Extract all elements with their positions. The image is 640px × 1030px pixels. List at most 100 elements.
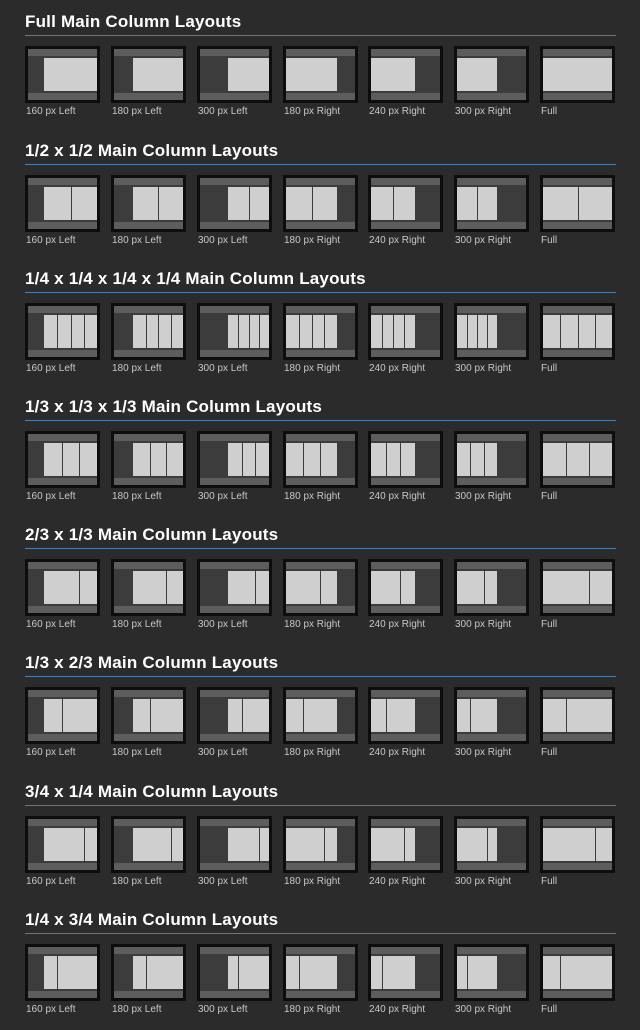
content-column [467,315,477,348]
content-column [457,58,497,91]
layout-option-full-180-px-left[interactable]: 180 px Left [111,46,186,117]
layout-thumbnail [283,559,358,616]
layout-option-two-third-one-third-180-px-left[interactable]: 180 px Left [111,559,186,630]
content-column [150,443,166,476]
layout-option-full-180-px-right[interactable]: 180 px Right [283,46,358,117]
thumbnail-frame [543,819,612,870]
layout-option-two-third-one-third-180-px-right[interactable]: 180 px Right [283,559,358,630]
layout-option-quarters-300-px-left[interactable]: 300 px Left [197,303,272,374]
layout-caption: 160 px Left [26,876,76,887]
content-column [457,443,470,476]
content-column [286,956,299,989]
layout-thumbnail [197,175,272,232]
layout-option-thirds-180-px-left[interactable]: 180 px Left [111,431,186,502]
layout-option-one-third-two-third-180-px-left[interactable]: 180 px Left [111,687,186,758]
layout-option-one-third-two-third-240-px-right[interactable]: 240 px Right [368,687,443,758]
layout-option-three-quarter-one-quarter-240-px-right[interactable]: 240 px Right [368,816,443,887]
layout-option-quarters-240-px-right[interactable]: 240 px Right [368,303,443,374]
layout-caption: 180 px Left [112,363,162,374]
footer-band [286,478,355,485]
layout-option-thirds-300-px-right[interactable]: 300 px Right [454,431,529,502]
content-column [589,443,612,476]
layout-option-one-third-two-third-180-px-right[interactable]: 180 px Right [283,687,358,758]
layout-option-thirds-160-px-left[interactable]: 160 px Left [25,431,100,502]
layout-option-full-300-px-left[interactable]: 300 px Left [197,46,272,117]
content-column [259,828,269,861]
header-band [28,947,97,954]
footer-band [543,734,612,741]
footer-band [28,734,97,741]
layout-caption: 180 px Right [284,491,341,502]
layout-option-full-full[interactable]: Full [540,46,615,117]
content-column [242,443,255,476]
layout-thumbnail [454,431,529,488]
header-band [457,690,526,697]
content-column [79,571,97,604]
layout-option-full-160-px-left[interactable]: 160 px Left [25,46,100,117]
layout-option-half-full[interactable]: Full [540,175,615,246]
thumbnail-frame [543,562,612,613]
layout-caption: Full [541,1004,558,1015]
layout-option-one-quarter-three-quarter-full[interactable]: Full [540,944,615,1015]
layout-option-full-300-px-right[interactable]: 300 px Right [454,46,529,117]
layout-option-half-180-px-left[interactable]: 180 px Left [111,175,186,246]
layout-option-one-quarter-three-quarter-180-px-right[interactable]: 180 px Right [283,944,358,1015]
layout-option-thirds-300-px-left[interactable]: 300 px Left [197,431,272,502]
header-band [371,690,440,697]
footer-band [543,478,612,485]
layout-caption: 180 px Left [112,619,162,630]
layout-option-one-quarter-three-quarter-240-px-right[interactable]: 240 px Right [368,944,443,1015]
footer-band [114,350,183,357]
thumbnail-frame [457,562,526,613]
layout-option-quarters-full[interactable]: Full [540,303,615,374]
content-column [560,315,578,348]
layout-option-three-quarter-one-quarter-full[interactable]: Full [540,816,615,887]
layout-option-quarters-160-px-left[interactable]: 160 px Left [25,303,100,374]
layout-thumbnail [454,944,529,1001]
layout-option-three-quarter-one-quarter-300-px-right[interactable]: 300 px Right [454,816,529,887]
layout-option-one-third-two-third-300-px-right[interactable]: 300 px Right [454,687,529,758]
layout-option-three-quarter-one-quarter-160-px-left[interactable]: 160 px Left [25,816,100,887]
layout-option-three-quarter-one-quarter-180-px-left[interactable]: 180 px Left [111,816,186,887]
layout-option-quarters-300-px-right[interactable]: 300 px Right [454,303,529,374]
layout-option-two-third-one-third-160-px-left[interactable]: 160 px Left [25,559,100,630]
layout-thumbnail [540,559,615,616]
layout-option-quarters-180-px-left[interactable]: 180 px Left [111,303,186,374]
content-column [404,828,415,861]
layout-option-quarters-180-px-right[interactable]: 180 px Right [283,303,358,374]
layout-caption: 300 px Right [455,363,512,374]
layout-option-two-third-one-third-300-px-right[interactable]: 300 px Right [454,559,529,630]
layout-option-three-quarter-one-quarter-300-px-left[interactable]: 300 px Left [197,816,272,887]
layout-option-thirds-180-px-right[interactable]: 180 px Right [283,431,358,502]
content-column [44,443,62,476]
layout-option-two-third-one-third-full[interactable]: Full [540,559,615,630]
layout-caption: Full [541,106,558,117]
layout-caption: 240 px Right [369,235,426,246]
layout-option-one-third-two-third-160-px-left[interactable]: 160 px Left [25,687,100,758]
layout-option-two-third-one-third-300-px-left[interactable]: 300 px Left [197,559,272,630]
layout-option-half-240-px-right[interactable]: 240 px Right [368,175,443,246]
thumbnail-frame [114,819,183,870]
layout-option-half-160-px-left[interactable]: 160 px Left [25,175,100,246]
content-column [44,699,62,732]
layout-option-half-300-px-left[interactable]: 300 px Left [197,175,272,246]
thumbnail-frame [286,562,355,613]
layout-option-one-third-two-third-full[interactable]: Full [540,687,615,758]
content-column [242,699,269,732]
layout-option-one-quarter-three-quarter-160-px-left[interactable]: 160 px Left [25,944,100,1015]
header-band [457,306,526,313]
layout-option-two-third-one-third-240-px-right[interactable]: 240 px Right [368,559,443,630]
layout-option-three-quarter-one-quarter-180-px-right[interactable]: 180 px Right [283,816,358,887]
layout-option-one-quarter-three-quarter-180-px-left[interactable]: 180 px Left [111,944,186,1015]
layout-option-one-quarter-three-quarter-300-px-left[interactable]: 300 px Left [197,944,272,1015]
layout-option-thirds-240-px-right[interactable]: 240 px Right [368,431,443,502]
layout-option-half-300-px-right[interactable]: 300 px Right [454,175,529,246]
content-column [382,315,393,348]
layout-option-thirds-full[interactable]: Full [540,431,615,502]
layout-option-full-240-px-right[interactable]: 240 px Right [368,46,443,117]
layout-option-one-third-two-third-300-px-left[interactable]: 300 px Left [197,687,272,758]
layout-thumbnail [368,816,443,873]
thumbnail-frame [286,178,355,229]
layout-option-one-quarter-three-quarter-300-px-right[interactable]: 300 px Right [454,944,529,1015]
layout-option-half-180-px-right[interactable]: 180 px Right [283,175,358,246]
